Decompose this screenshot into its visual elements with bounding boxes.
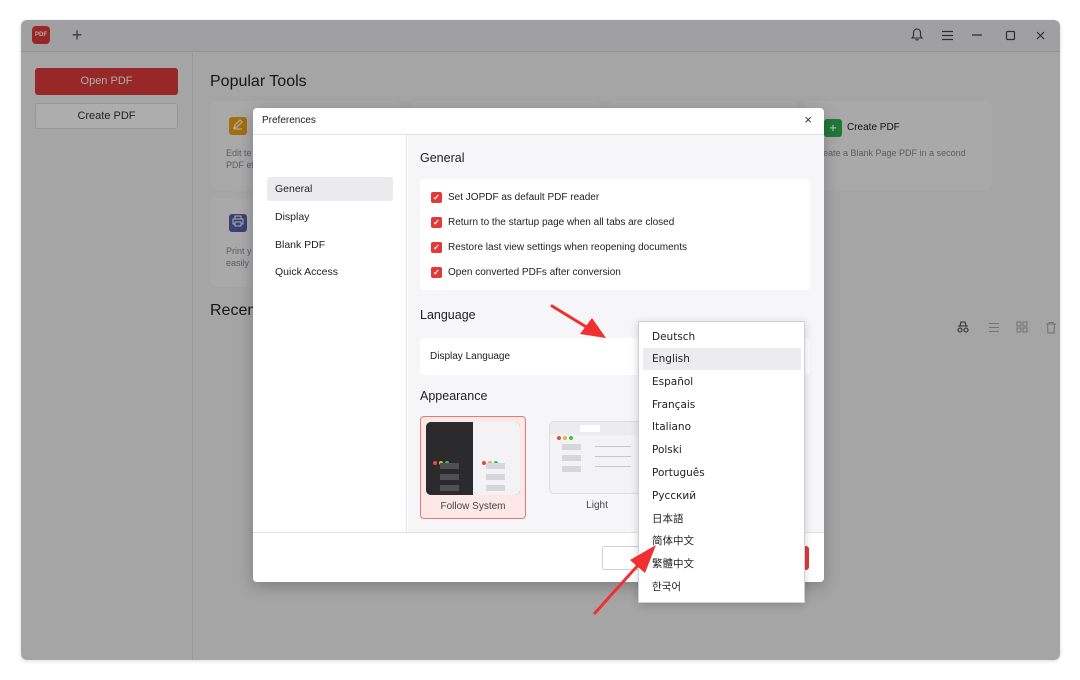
- theme-label-light: Light: [586, 500, 608, 511]
- dialog-title: Preferences: [262, 115, 316, 126]
- option-label: Return to the startup page when all tabs…: [448, 217, 675, 228]
- theme-label-follow-system: Follow System: [440, 501, 506, 512]
- general-section-title: General: [420, 151, 465, 165]
- nav-item-general[interactable]: General: [267, 177, 393, 201]
- nav-item-blank-pdf[interactable]: Blank PDF: [267, 233, 393, 257]
- theme-option-follow-system[interactable]: Follow System: [420, 416, 526, 519]
- language-option-deutsch[interactable]: Deutsch: [643, 326, 801, 348]
- nav-item-quick-access[interactable]: Quick Access: [267, 260, 393, 284]
- language-option-portugues[interactable]: Português: [643, 462, 801, 484]
- language-option-english[interactable]: English: [643, 348, 801, 370]
- language-section-title: Language: [420, 308, 476, 322]
- language-option-italiano[interactable]: Italiano: [643, 416, 801, 438]
- theme-preview-light: [549, 421, 643, 494]
- option-label: Open converted PDFs after conversion: [448, 267, 621, 278]
- language-option-japanese[interactable]: 日本語: [643, 508, 801, 530]
- dialog-header: Preferences ×: [253, 108, 824, 135]
- theme-option-light[interactable]: Light: [544, 416, 650, 519]
- language-option-korean[interactable]: 한국어: [643, 576, 801, 598]
- nav-item-display[interactable]: Display: [267, 205, 393, 229]
- theme-preview-dark: [426, 422, 520, 495]
- language-option-espanol[interactable]: Español: [643, 371, 801, 393]
- appearance-section-title: Appearance: [420, 389, 488, 403]
- preferences-nav: General Display Blank PDF Quick Access: [253, 135, 407, 532]
- language-dropdown: Deutsch English Español Français Italian…: [638, 321, 805, 603]
- display-language-label: Display Language: [430, 351, 511, 362]
- modal-overlay: Preferences × General Display Blank PDF …: [0, 0, 1080, 680]
- general-options-box: ✓ Set JOPDF as default PDF reader ✓ Retu…: [420, 179, 810, 290]
- checkbox-checked-icon[interactable]: ✓: [431, 192, 442, 203]
- option-label: Set JOPDF as default PDF reader: [448, 192, 600, 203]
- checkbox-checked-icon[interactable]: ✓: [431, 217, 442, 228]
- language-option-polski[interactable]: Polski: [643, 439, 801, 461]
- dialog-close-icon[interactable]: ×: [804, 112, 812, 127]
- language-option-traditional-chinese[interactable]: 繁體中文: [643, 553, 801, 575]
- checkbox-checked-icon[interactable]: ✓: [431, 242, 442, 253]
- checkbox-checked-icon[interactable]: ✓: [431, 267, 442, 278]
- option-label: Restore last view settings when reopenin…: [448, 242, 688, 253]
- language-option-russian[interactable]: Русский: [643, 485, 801, 507]
- language-option-simplified-chinese[interactable]: 简体中文: [643, 530, 801, 552]
- language-option-francais[interactable]: Français: [643, 394, 801, 416]
